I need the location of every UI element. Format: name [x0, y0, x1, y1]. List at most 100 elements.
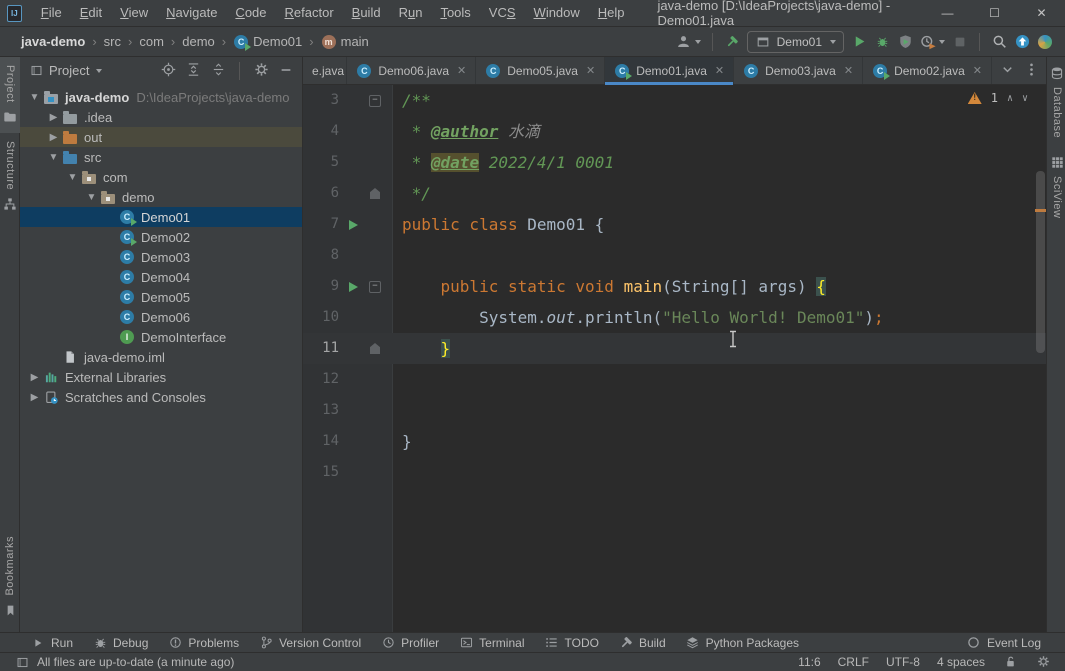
tree-item-out[interactable]: ▶ out — [20, 127, 302, 147]
tree-expand-arrow-icon[interactable]: ▶ — [26, 372, 43, 383]
menu-code[interactable]: Code — [226, 0, 275, 27]
menu-navigate[interactable]: Navigate — [157, 0, 226, 27]
menu-help[interactable]: Help — [589, 0, 634, 27]
tree-item-java-demo[interactable]: ▼ java-demo D:\IdeaProjects\java-demo — [20, 87, 302, 107]
tree-item-com[interactable]: ▼ com — [20, 167, 302, 187]
tree-collapse-arrow-icon[interactable]: ▼ — [26, 92, 43, 103]
breadcrumb-java-demo[interactable]: java-demo — [18, 33, 88, 50]
breadcrumb-src[interactable]: src — [101, 33, 124, 50]
tree-item-demo05[interactable]: C Demo05 — [20, 287, 302, 307]
tool-stripe-sciview[interactable]: SciView — [1047, 146, 1065, 226]
code-editor[interactable]: 3−/** 4 * @author 水滴 5 * @date 2022/4/1 00… — [303, 85, 1046, 632]
search-button[interactable] — [991, 34, 1007, 50]
tab-demo05.java[interactable]: C Demo05.java ✕ — [476, 57, 606, 84]
prev-issue-chevron-icon[interactable]: ∧ — [1007, 93, 1013, 104]
tree-item-demointerface[interactable]: I DemoInterface — [20, 327, 302, 347]
menu-edit[interactable]: Edit — [71, 0, 111, 27]
tree-collapse-arrow-icon[interactable]: ▼ — [83, 192, 100, 203]
hide-button[interactable] — [278, 62, 294, 80]
coverage-button[interactable] — [897, 34, 913, 50]
code-line[interactable]: 6 */ — [303, 178, 1046, 209]
user-button[interactable] — [676, 34, 701, 50]
tree-item-java-demo.iml[interactable]: java-demo.iml — [20, 347, 302, 367]
tool-button-build[interactable]: Build — [618, 635, 666, 651]
close-tab-icon[interactable]: ✕ — [457, 64, 466, 77]
indent-style[interactable]: 4 spaces — [937, 655, 985, 669]
run-line-button[interactable] — [348, 281, 358, 292]
close-tab-icon[interactable]: ✕ — [715, 64, 724, 77]
chevron-down-icon[interactable] — [96, 68, 103, 73]
lock-button[interactable] — [1002, 653, 1018, 671]
play-button[interactable] — [851, 34, 867, 50]
tool-stripe-database[interactable]: Database — [1047, 57, 1065, 146]
tree-item-demo03[interactable]: C Demo03 — [20, 247, 302, 267]
target-button[interactable] — [160, 61, 176, 80]
gear-sm-button[interactable] — [1035, 653, 1051, 671]
code-line[interactable]: 11 } — [303, 333, 1046, 364]
project-panel-title[interactable]: Project — [49, 63, 89, 78]
next-issue-chevron-icon[interactable]: ∨ — [1022, 93, 1028, 104]
run-line-button[interactable] — [348, 219, 358, 230]
maximize-button[interactable]: ☐ — [971, 0, 1018, 27]
fold-marker-icon[interactable]: − — [369, 280, 381, 293]
hammer-button[interactable] — [724, 34, 740, 50]
caret-position[interactable]: 11:6 — [798, 655, 820, 669]
breadcrumb-demo[interactable]: demo — [179, 33, 218, 50]
gear-button[interactable] — [253, 61, 269, 80]
tool-button-event-log[interactable]: Event Log — [966, 635, 1041, 651]
menu-build[interactable]: Build — [343, 0, 390, 27]
menu-file[interactable]: File — [32, 0, 71, 27]
tab-options-button[interactable] — [1023, 61, 1039, 80]
tree-expand-arrow-icon[interactable]: ▶ — [45, 132, 62, 143]
run-configuration-select[interactable]: Demo01 — [746, 30, 844, 53]
breadcrumb-main[interactable]: m main — [318, 33, 372, 51]
tree-collapse-arrow-icon[interactable]: ▼ — [64, 172, 81, 183]
breadcrumb-demo01[interactable]: C Demo01 — [230, 33, 305, 51]
tool-button-run[interactable]: Run — [30, 635, 73, 651]
tab-demo01.java[interactable]: C Demo01.java ✕ — [605, 57, 735, 85]
tool-button-todo[interactable]: TODO — [544, 635, 599, 651]
code-line[interactable]: 4 * @author 水滴 — [303, 116, 1046, 147]
breadcrumb-com[interactable]: com — [136, 33, 167, 50]
tool-stripe-structure[interactable]: Structure — [0, 133, 20, 220]
tree-item-src[interactable]: ▼ src — [20, 147, 302, 167]
tab-demo06.java[interactable]: C Demo06.java ✕ — [347, 57, 477, 84]
code-line[interactable]: 8 — [303, 240, 1046, 271]
menu-run[interactable]: Run — [390, 0, 432, 27]
close-tab-icon[interactable]: ✕ — [973, 64, 982, 77]
tree-item-external libraries[interactable]: ▶ External Libraries — [20, 367, 302, 387]
code-line[interactable]: 15 — [303, 457, 1046, 488]
tool-stripe-bookmarks[interactable]: Bookmarks — [0, 528, 20, 626]
tree-item-demo02[interactable]: C Demo02 — [20, 227, 302, 247]
code-line[interactable]: 9− public static void main(String[] args… — [303, 271, 1046, 302]
tool-button-terminal[interactable]: Terminal — [458, 635, 525, 651]
fold-marker-icon[interactable]: − — [369, 94, 381, 107]
code-line[interactable]: 5 * @date 2022/4/1 0001 — [303, 147, 1046, 178]
minimize-button[interactable]: — — [924, 0, 971, 27]
tree-expand-arrow-icon[interactable]: ▶ — [26, 392, 43, 403]
fold-end-marker-icon[interactable] — [370, 343, 380, 354]
editor-scrollbar[interactable] — [1036, 171, 1045, 353]
tool-button-debug[interactable]: Debug — [92, 635, 148, 651]
tab-e.java[interactable]: e.java✕ — [303, 57, 348, 84]
update-button[interactable] — [1014, 34, 1030, 50]
tree-item-demo01[interactable]: C Demo01 — [20, 207, 302, 227]
tree-item-demo06[interactable]: C Demo06 — [20, 307, 302, 327]
code-line[interactable]: 12 — [303, 364, 1046, 395]
expand-all-button[interactable] — [185, 61, 201, 80]
tab-list-button[interactable] — [999, 61, 1015, 80]
code-line[interactable]: 10 System.out.println("Hello World! Demo… — [303, 302, 1046, 333]
code-line[interactable]: 14} — [303, 426, 1046, 457]
close-button[interactable]: ✕ — [1018, 0, 1065, 27]
tree-expand-arrow-icon[interactable]: ▶ — [45, 112, 62, 123]
tree-item-scratches and consoles[interactable]: ▶ Scratches and Consoles — [20, 387, 302, 407]
tool-stripe-project[interactable]: Project — [0, 57, 20, 133]
close-tab-icon[interactable]: ✕ — [844, 64, 853, 77]
profiler-button[interactable] — [920, 34, 945, 50]
tree-item-demo[interactable]: ▼ demo — [20, 187, 302, 207]
code-line[interactable]: 3−/** — [303, 85, 1046, 116]
stop-button[interactable] — [952, 34, 968, 50]
debug-button[interactable] — [874, 34, 890, 50]
tool-button-version-control[interactable]: Version Control — [258, 635, 361, 651]
file-encoding[interactable]: UTF-8 — [886, 655, 920, 669]
